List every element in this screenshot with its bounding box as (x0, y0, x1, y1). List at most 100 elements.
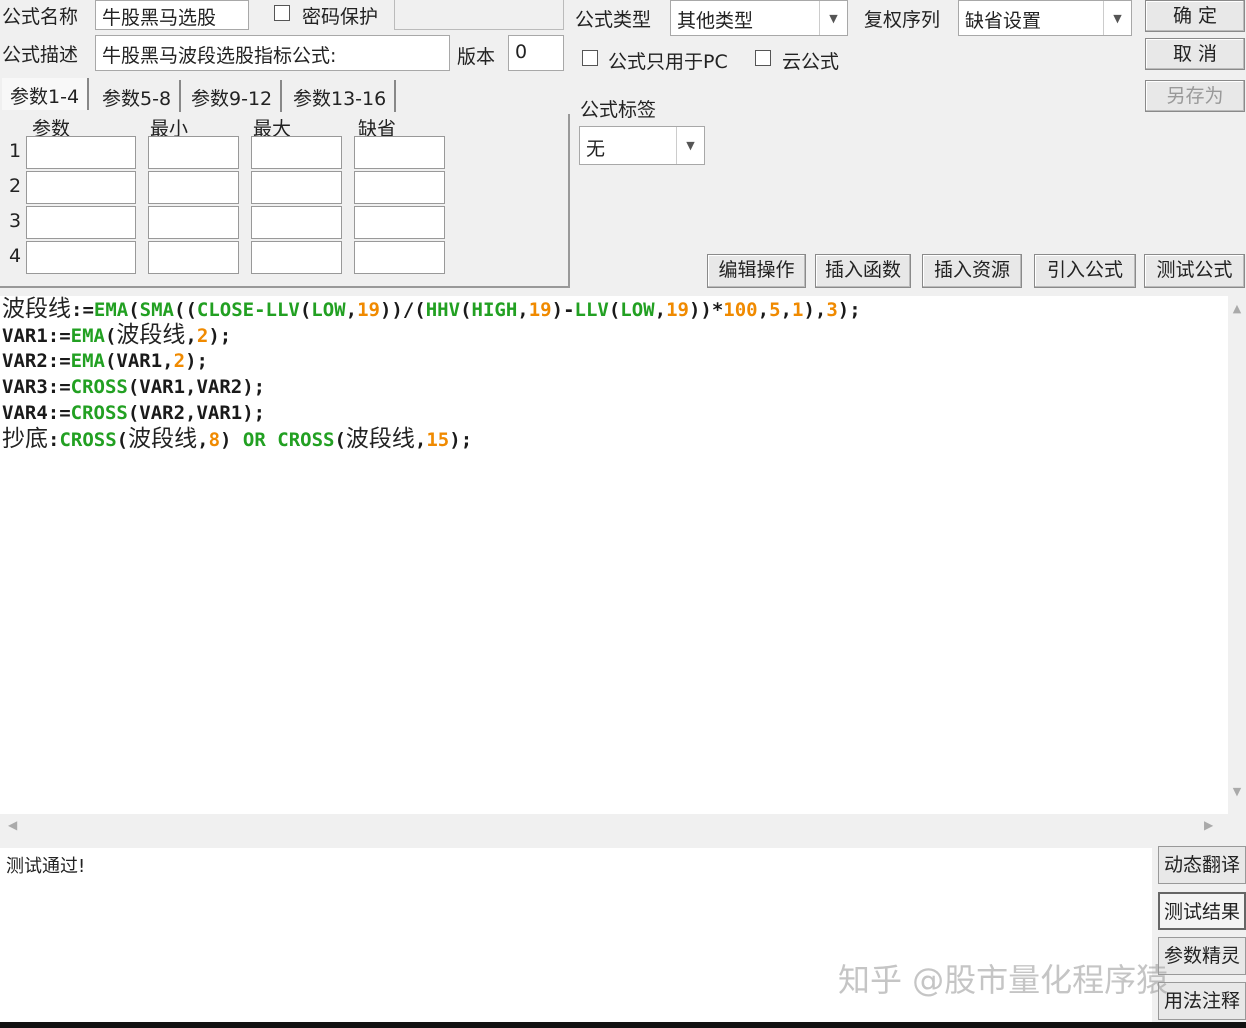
param-default-input[interactable] (354, 206, 445, 239)
code-token-cn: 波段线 (2, 296, 71, 322)
code-token-num: 19 (528, 299, 552, 321)
type-select[interactable]: 其他类型 ▼ (670, 0, 848, 36)
code-token-id: ( (104, 325, 117, 347)
code-token-id: , (414, 429, 427, 451)
save-as-button[interactable]: 另存为 (1145, 80, 1245, 112)
code-token-id: (( (174, 299, 197, 321)
param-min-input[interactable] (148, 171, 239, 204)
code-token-num: 2 (173, 350, 186, 372)
cancel-button[interactable]: 取 消 (1145, 38, 1245, 70)
code-token-fn: CROSS (59, 429, 117, 451)
code-editor[interactable]: 波段线:=EMA(SMA((CLOSE-LLV(LOW,19))/(HHV(HI… (0, 296, 1228, 814)
code-token-num: 3 (826, 299, 838, 321)
fq-label: 复权序列 (864, 9, 941, 31)
formula-desc-input[interactable]: 牛股黑马波段选股指标公式: (95, 35, 450, 71)
edit-ops-button[interactable]: 编辑操作 (707, 254, 806, 288)
fq-select[interactable]: 缺省设置 ▼ (958, 0, 1132, 36)
type-value: 其他类型 (677, 10, 754, 32)
code-token-num: 15 (426, 429, 450, 451)
param-min-input[interactable] (148, 206, 239, 239)
code-token-fn: LLV (574, 299, 609, 321)
version-label: 版本 (457, 46, 496, 68)
code-token-cn: 抄底 (2, 426, 48, 452)
pc-only-checkbox[interactable] (582, 50, 598, 66)
code-token-fn: CLOSE-LLV (196, 299, 300, 321)
test-formula-button[interactable]: 测试公式 (1144, 254, 1245, 288)
test-result-button[interactable]: 测试结果 (1158, 892, 1246, 930)
code-token-num: 2 (196, 325, 209, 347)
param-row-number: 4 (9, 245, 22, 267)
fq-value: 缺省设置 (965, 10, 1042, 32)
param-name-input[interactable] (26, 136, 136, 169)
code-token-id: VAR3:= (2, 376, 71, 398)
param-min-input[interactable] (148, 136, 239, 169)
cloud-checkbox[interactable] (755, 50, 771, 66)
name-extra-box (394, 0, 564, 30)
code-token-fn: LOW (620, 299, 655, 321)
code-token-fn: SMA (139, 299, 174, 321)
code-token-id: )- (551, 299, 575, 321)
param-name-input[interactable] (26, 171, 136, 204)
code-line: VAR2:=EMA(VAR1,2); (2, 348, 1226, 374)
vertical-scrollbar[interactable]: ▲ ▼ (1228, 296, 1246, 814)
usage-notes-button[interactable]: 用法注释 (1158, 982, 1246, 1020)
code-token-fn: EMA (70, 325, 105, 347)
tag-label: 公式标签 (580, 99, 657, 121)
ok-button[interactable]: 确 定 (1145, 0, 1245, 32)
import-formula-button[interactable]: 引入公式 (1034, 254, 1136, 288)
version-input[interactable]: 0 (508, 35, 564, 71)
code-token-cn: 波段线 (128, 426, 198, 452)
dynamic-translate-button[interactable]: 动态翻译 (1158, 846, 1246, 884)
code-line: VAR3:=CROSS(VAR1,VAR2); (2, 374, 1226, 400)
chevron-down-icon: ▼ (676, 127, 704, 164)
code-token-id: ))/( (379, 299, 426, 321)
taskbar-strip (0, 1022, 1246, 1028)
output-text: 测试通过! (6, 856, 86, 877)
code-token-fn: CROSS (70, 402, 128, 424)
code-token-id: , (757, 299, 770, 321)
tab-params-9-12[interactable]: 参数9-12 (183, 80, 283, 112)
param-name-input[interactable] (26, 241, 136, 274)
param-default-input[interactable] (354, 136, 445, 169)
param-default-input[interactable] (354, 171, 445, 204)
param-default-input[interactable] (354, 241, 445, 274)
insert-resource-button[interactable]: 插入资源 (922, 254, 1022, 288)
code-token-id: ( (460, 299, 472, 321)
param-max-input[interactable] (251, 171, 342, 204)
code-token-id: VAR1:= (2, 325, 71, 347)
code-token-id: ) (220, 429, 243, 451)
horizontal-scrollbar[interactable]: ◀ ▶ (0, 814, 1228, 840)
param-min-input[interactable] (148, 241, 239, 274)
code-token-id: ( (116, 429, 129, 451)
type-label: 公式类型 (575, 9, 652, 31)
code-token-id: , (780, 299, 792, 321)
tag-select[interactable]: 无 ▼ (579, 126, 705, 165)
code-token-num: 5 (769, 299, 781, 321)
pc-only-label: 公式只用于PC (608, 51, 728, 73)
tab-params-1-4[interactable]: 参数1-4 (2, 78, 90, 110)
name-label: 公式名称 (2, 6, 79, 28)
cloud-label: 云公式 (782, 51, 840, 73)
scroll-left-icon[interactable]: ◀ (8, 818, 17, 832)
code-token-fn: OR (242, 429, 266, 451)
password-checkbox[interactable] (274, 5, 290, 21)
tab-params-5-8[interactable]: 参数5-8 (94, 80, 182, 112)
tab-params-13-16[interactable]: 参数13-16 (285, 80, 397, 112)
scroll-down-icon[interactable]: ▼ (1228, 785, 1246, 798)
scroll-right-icon[interactable]: ▶ (1204, 818, 1213, 832)
insert-function-button[interactable]: 插入函数 (815, 254, 911, 288)
param-row-number: 1 (9, 140, 22, 162)
param-max-input[interactable] (251, 136, 342, 169)
param-max-input[interactable] (251, 241, 342, 274)
code-token-num: 1 (791, 299, 804, 321)
param-row-number: 2 (9, 175, 22, 197)
param-wizard-button[interactable]: 参数精灵 (1158, 937, 1246, 975)
formula-name-input[interactable]: 牛股黑马选股 (95, 0, 249, 30)
code-line: 抄底:CROSS(波段线,8) OR CROSS(波段线,15); (2, 426, 1226, 452)
scroll-up-icon[interactable]: ▲ (1228, 302, 1246, 315)
param-name-input[interactable] (26, 206, 136, 239)
param-row-number: 3 (9, 210, 22, 232)
param-max-input[interactable] (251, 206, 342, 239)
code-token-num: 8 (208, 429, 221, 451)
code-line: 波段线:=EMA(SMA((CLOSE-LLV(LOW,19))/(HHV(HI… (2, 296, 1226, 322)
